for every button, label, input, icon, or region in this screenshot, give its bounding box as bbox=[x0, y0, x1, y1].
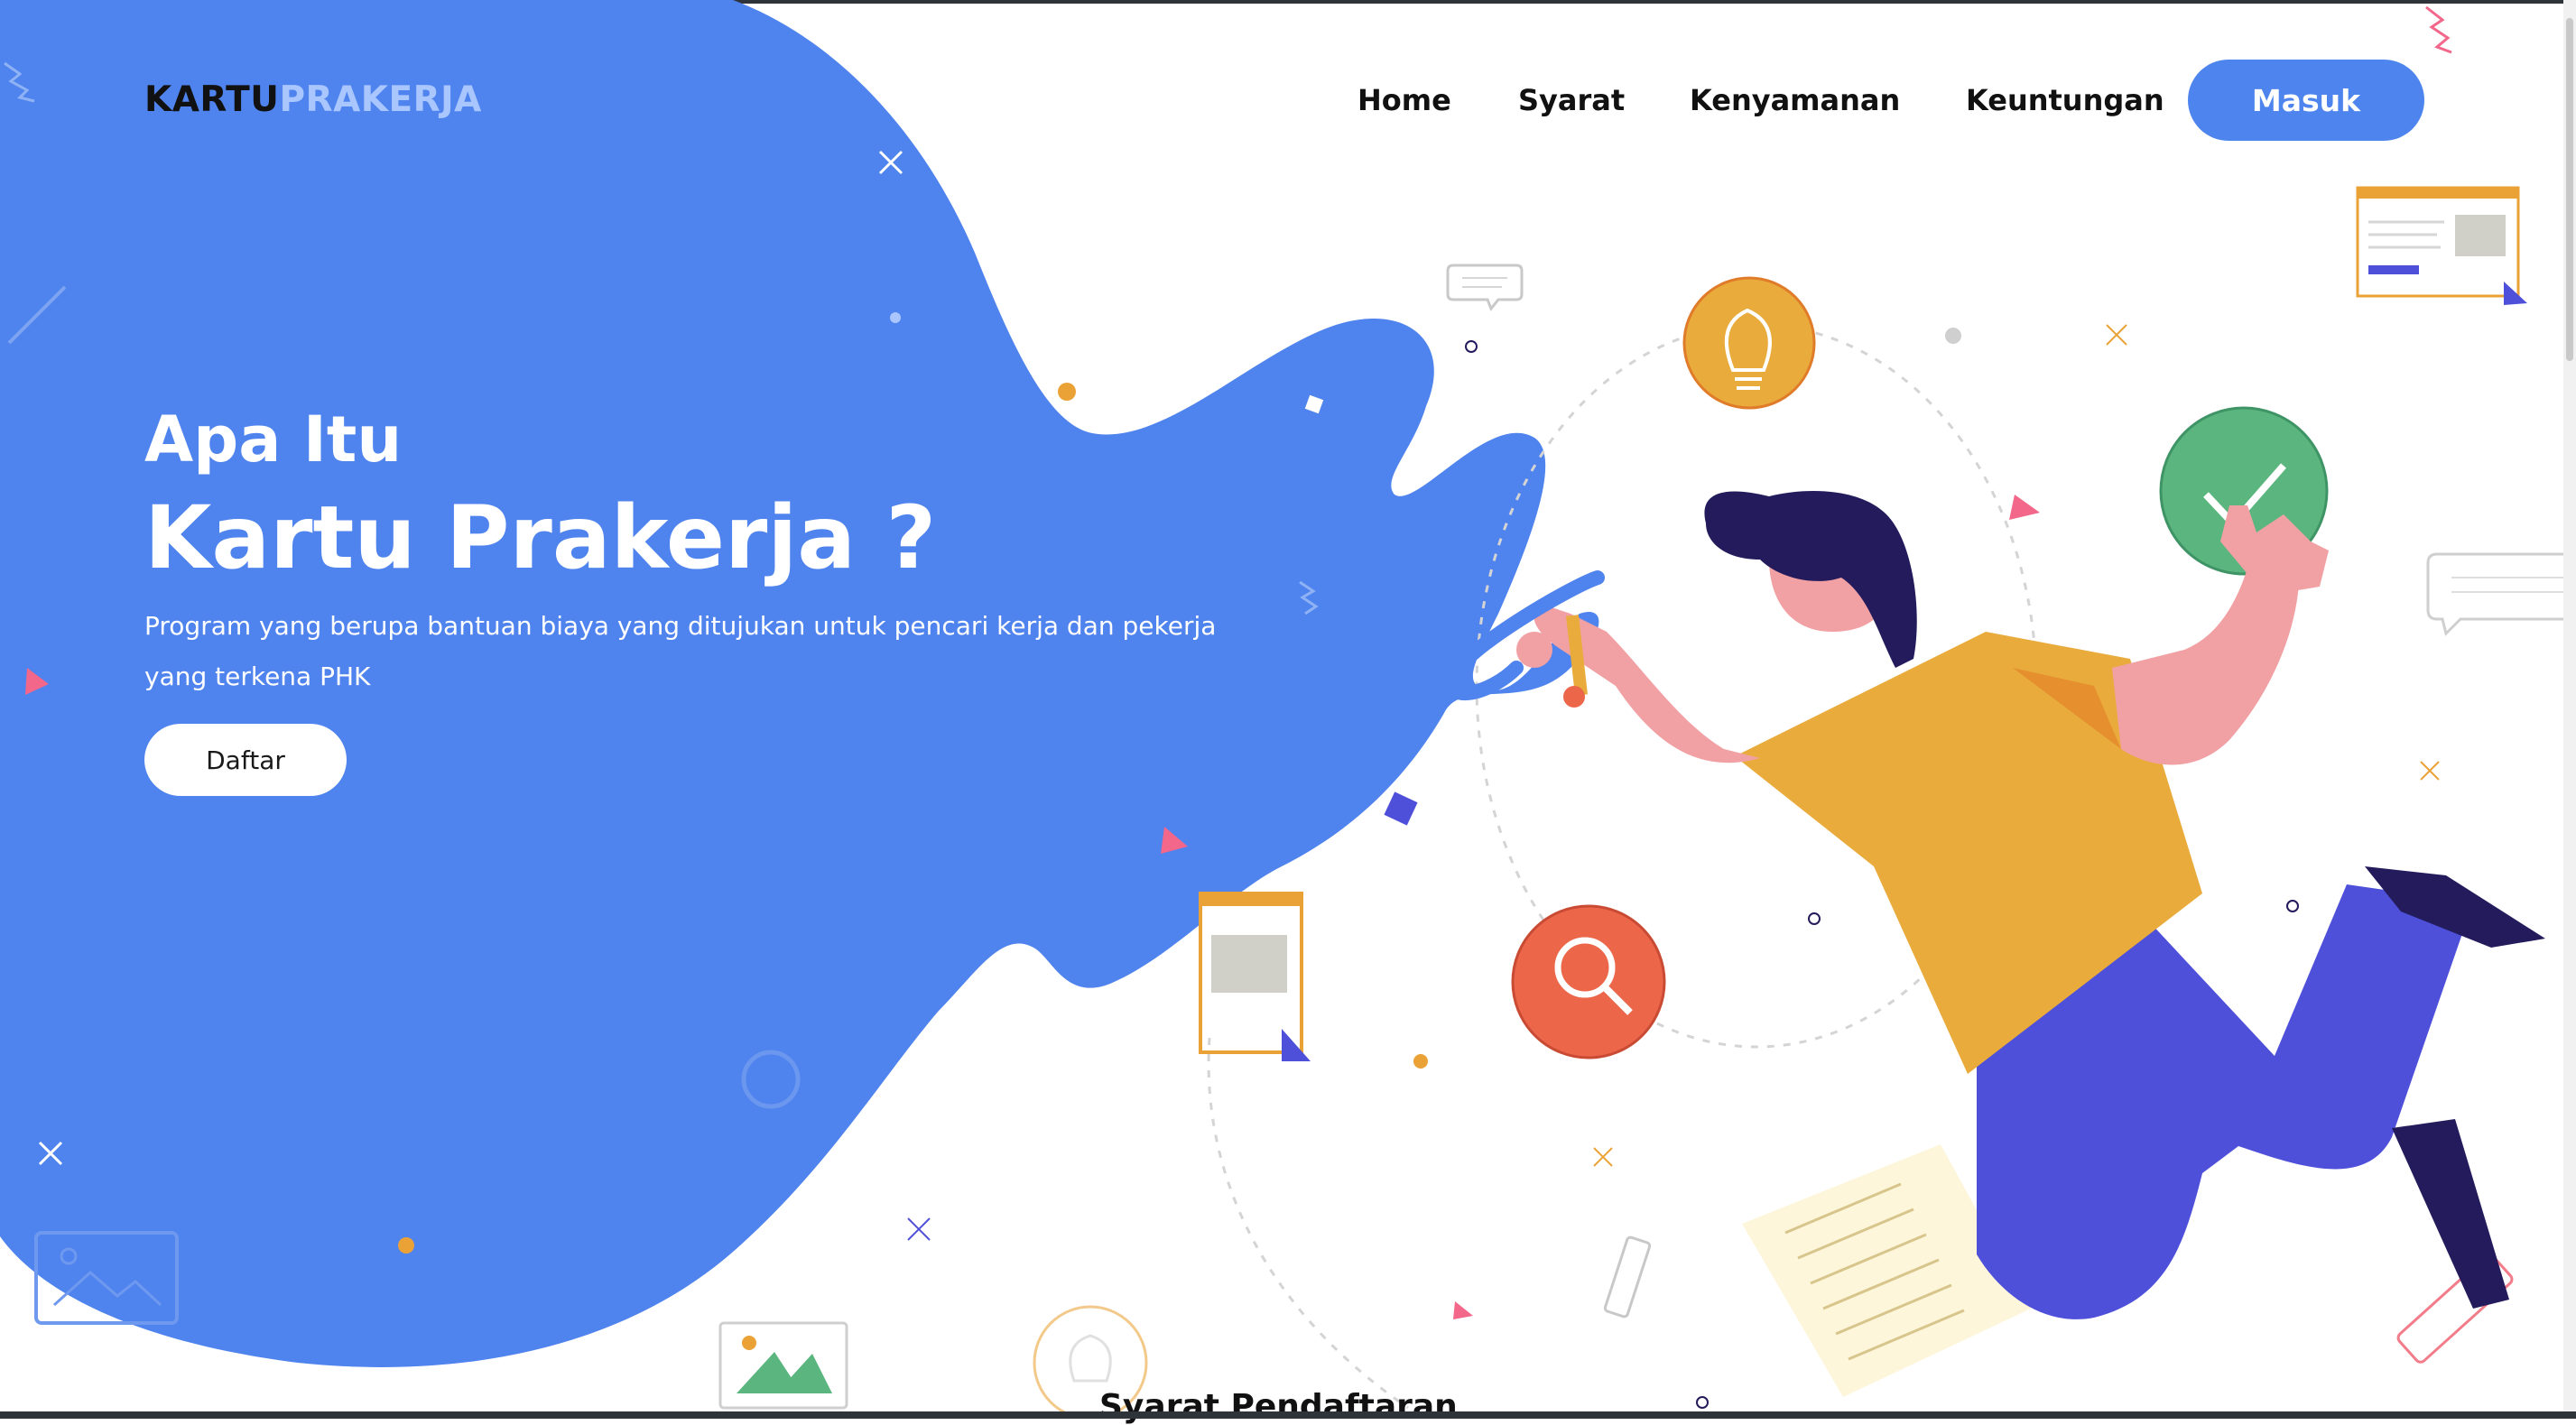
nav-link-keuntungan[interactable]: Keuntungan bbox=[1966, 83, 2164, 117]
brand-logo-part1: KARTU bbox=[144, 79, 280, 120]
hero-illustration bbox=[0, 0, 2576, 1419]
nav-link-syarat[interactable]: Syarat bbox=[1518, 83, 1625, 117]
hero-title-small: Apa Itu bbox=[144, 403, 403, 477]
nav-item-home[interactable]: Home bbox=[1357, 60, 1451, 141]
pencil-icon-outline bbox=[1603, 1235, 1652, 1319]
nav-link-home[interactable]: Home bbox=[1357, 83, 1451, 117]
nav-link-kenyamanan[interactable]: Kenyamanan bbox=[1690, 83, 1900, 117]
page-scrollbar[interactable] bbox=[2563, 0, 2576, 1411]
nav-item-kenyamanan[interactable]: Kenyamanan bbox=[1690, 60, 1900, 141]
nav-item-keuntungan[interactable]: Keuntungan bbox=[1966, 60, 2164, 141]
hero-description: Program yang berupa bantuan biaya yang d… bbox=[144, 611, 1217, 691]
chat-bubble-icon-right bbox=[2426, 552, 2576, 636]
browser-bottom-edge bbox=[0, 1411, 2576, 1419]
brand-logo[interactable]: KARTUPRAKERJA bbox=[144, 79, 482, 120]
masuk-button[interactable]: Masuk bbox=[2188, 60, 2424, 141]
lightbulb-icon bbox=[1682, 276, 1816, 410]
hero-title: Kartu Prakerja ? bbox=[144, 487, 937, 588]
daftar-button[interactable]: Daftar bbox=[144, 724, 347, 796]
image-icon bbox=[718, 1321, 848, 1410]
nav-item-syarat[interactable]: Syarat bbox=[1518, 60, 1625, 141]
scrollbar-thumb[interactable] bbox=[2566, 18, 2573, 361]
brand-logo-part2: PRAKERJA bbox=[279, 79, 482, 120]
floating-person-illustration bbox=[1516, 491, 2545, 1319]
next-section-title: Syarat Pendaftaran bbox=[1099, 1388, 1458, 1425]
dot-decor bbox=[890, 312, 901, 323]
search-icon bbox=[1511, 904, 1666, 1059]
